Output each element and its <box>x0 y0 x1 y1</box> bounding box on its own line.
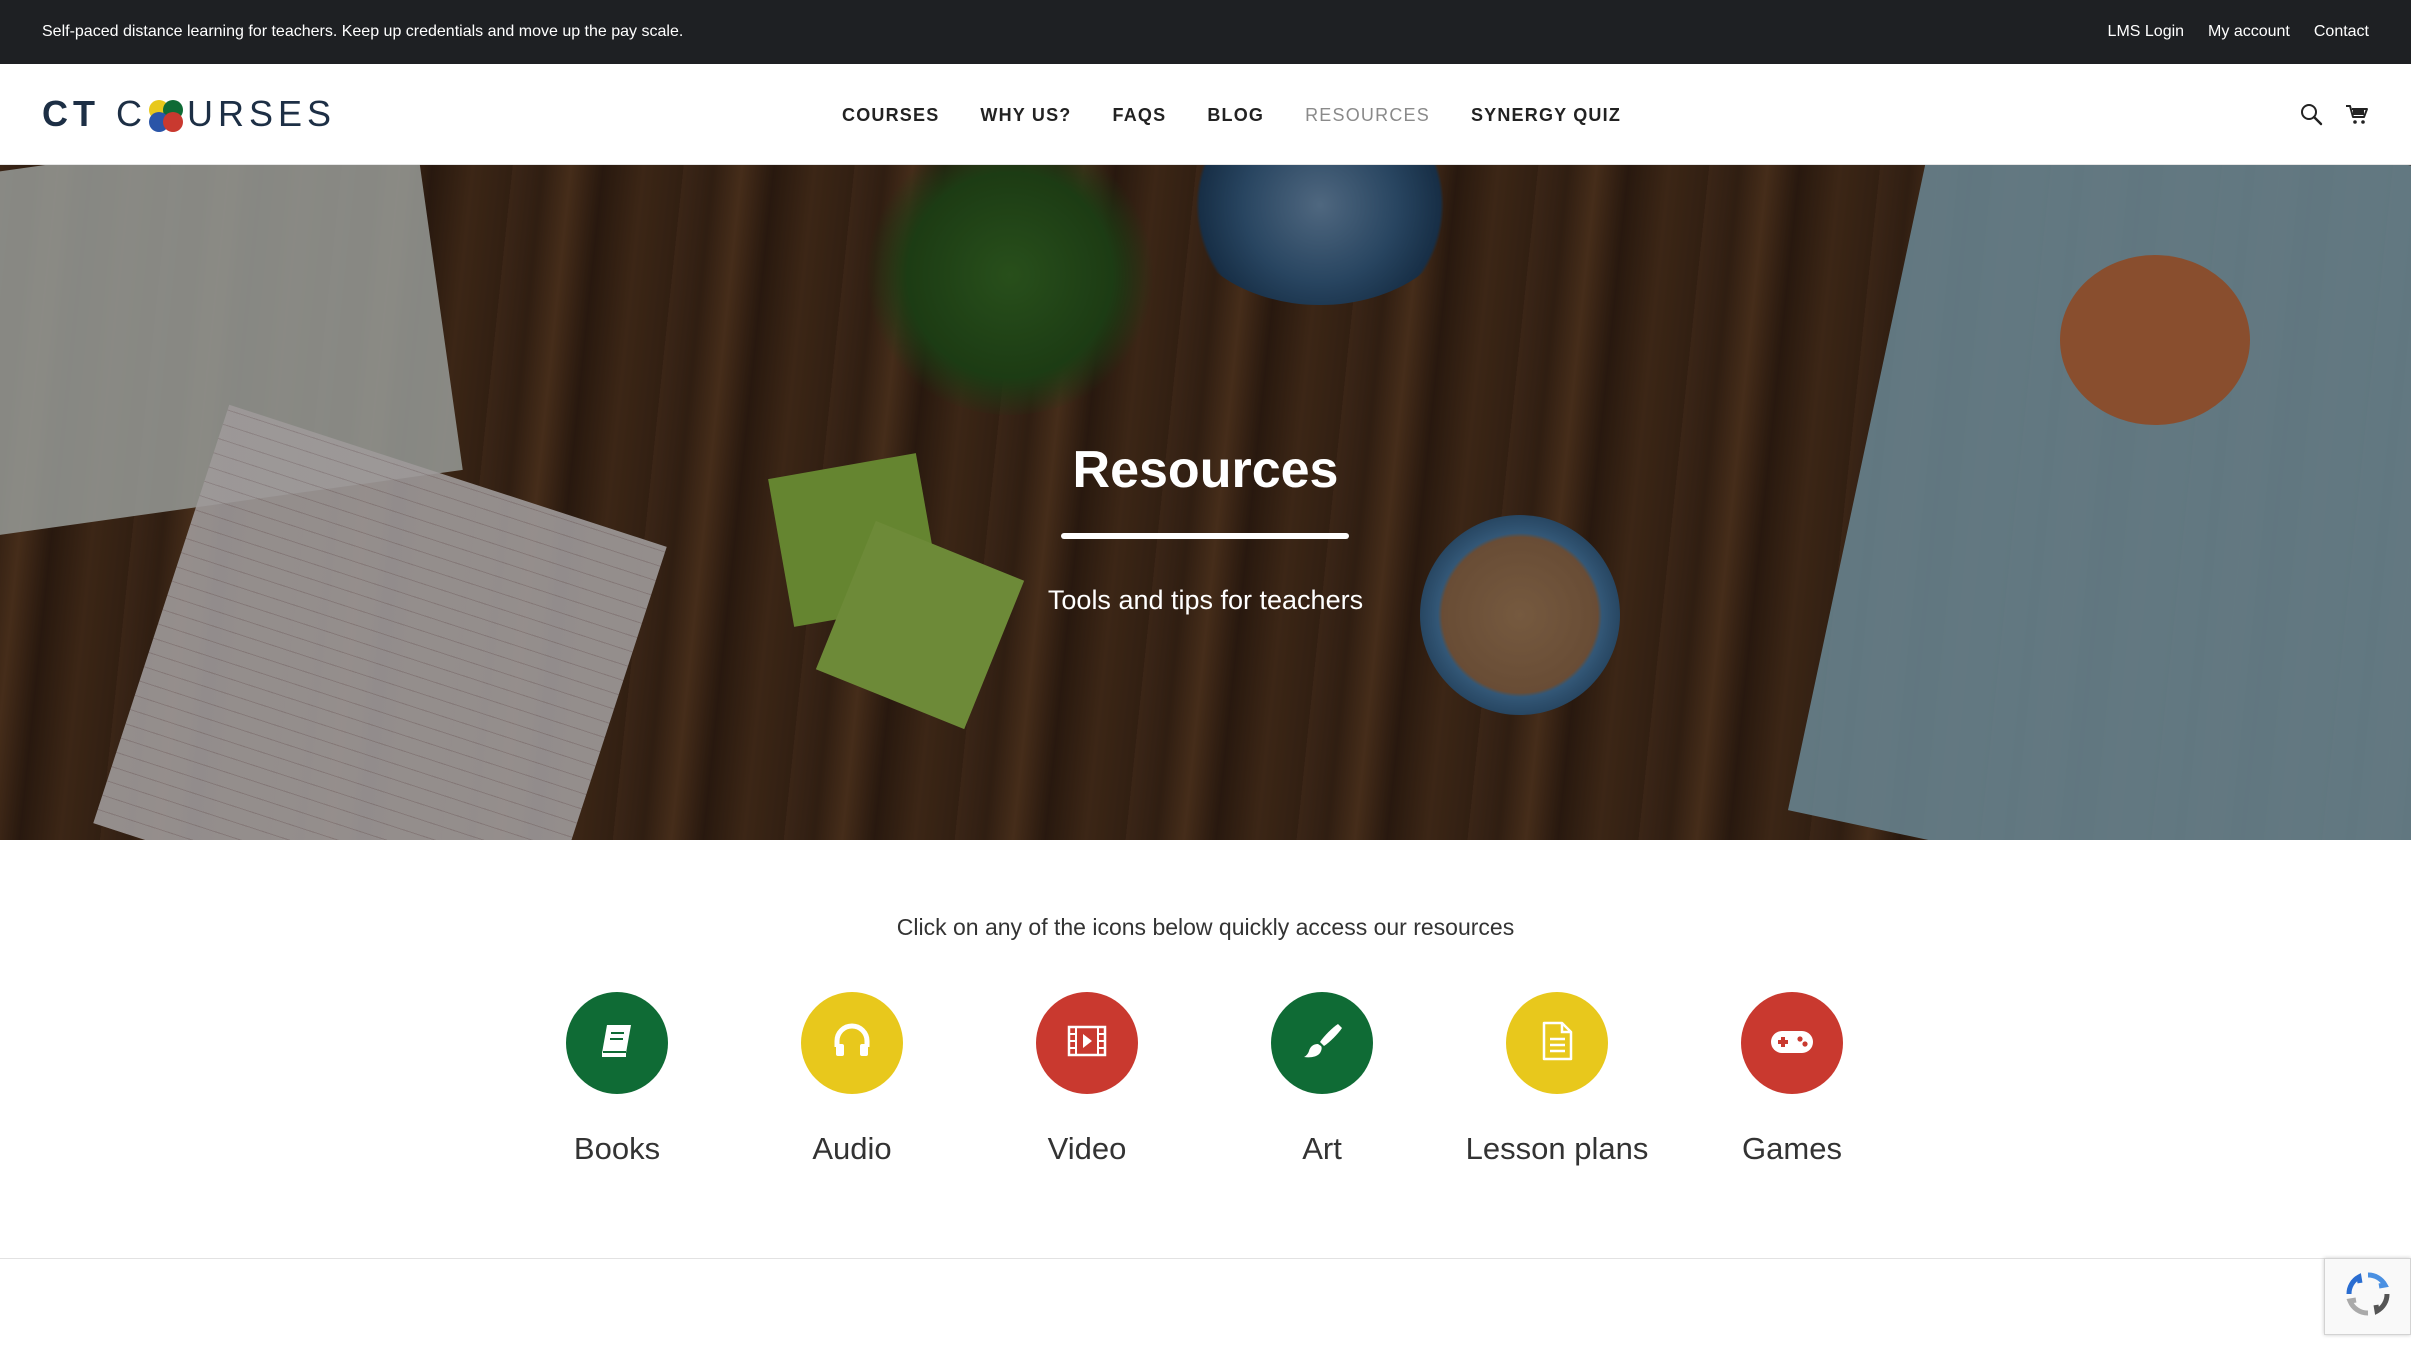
hero-divider <box>1061 533 1349 539</box>
section-divider <box>0 1258 2411 1259</box>
nav-resources[interactable]: RESOURCES <box>1305 104 1430 126</box>
resource-lesson-plans[interactable]: Lesson plans <box>1447 992 1667 1168</box>
hero-subtitle: Tools and tips for teachers <box>1047 585 1364 615</box>
cart-icon[interactable] <box>2345 102 2369 126</box>
nav-synergy-quiz[interactable]: SYNERGY QUIZ <box>1471 104 1621 126</box>
resource-books[interactable]: Books <box>507 992 727 1168</box>
main-nav: COURSES WHY US? FAQS BLOG RESOURCES SYNE… <box>842 104 1621 126</box>
resource-games-circle[interactable] <box>1741 992 1843 1094</box>
logo[interactable]: CT C URSES <box>42 93 336 135</box>
resource-video[interactable]: Video <box>977 992 1197 1168</box>
logo-circles-icon <box>149 96 185 132</box>
resource-video-label: Video <box>1047 1131 1127 1166</box>
logo-urses: URSES <box>187 93 337 134</box>
tagline: Self-paced distance learning for teacher… <box>42 23 684 40</box>
resource-audio-circle[interactable] <box>801 992 903 1094</box>
nav-faqs[interactable]: FAQS <box>1113 104 1167 126</box>
paintbrush-icon <box>1300 1019 1344 1068</box>
hero-banner: Resources Tools and tips for teachers <box>0 165 2411 840</box>
site-header: CT C URSES COURSES WHY US? FAQS BLOG RES… <box>0 64 2411 165</box>
film-icon <box>1065 1019 1109 1068</box>
recaptcha-badge[interactable] <box>2324 1258 2411 1335</box>
resource-art[interactable]: Art <box>1212 992 1432 1168</box>
resource-games-label: Games <box>1742 1131 1842 1166</box>
resource-video-circle[interactable] <box>1036 992 1138 1094</box>
logo-ct: CT <box>42 93 100 134</box>
nav-why-us[interactable]: WHY US? <box>980 104 1071 126</box>
resources-intro: Click on any of the icons below quickly … <box>896 914 1515 940</box>
gamepad-icon <box>1768 1019 1816 1068</box>
document-icon <box>1535 1019 1579 1068</box>
recaptcha-icon <box>2343 1269 2393 1324</box>
resource-art-circle[interactable] <box>1271 992 1373 1094</box>
resource-audio[interactable]: Audio <box>742 992 962 1168</box>
lms-login-link[interactable]: LMS Login <box>2108 22 2185 42</box>
resource-lesson-plans-label: Lesson plans <box>1465 1131 1649 1166</box>
logo-courses: C URSES <box>116 93 336 135</box>
top-bar: Self-paced distance learning for teacher… <box>0 0 2411 64</box>
nav-courses[interactable]: COURSES <box>842 104 939 126</box>
resource-books-label: Books <box>573 1131 661 1166</box>
search-icon[interactable] <box>2299 102 2323 126</box>
book-icon <box>595 1019 639 1068</box>
contact-link[interactable]: Contact <box>2314 22 2369 42</box>
my-account-link[interactable]: My account <box>2208 22 2290 42</box>
resource-games[interactable]: Games <box>1682 992 1902 1168</box>
resource-audio-label: Audio <box>812 1131 892 1166</box>
headphones-icon <box>830 1019 874 1068</box>
resource-lesson-plans-circle[interactable] <box>1506 992 1608 1094</box>
header-icons <box>2299 102 2369 126</box>
resource-art-label: Art <box>1302 1131 1342 1166</box>
top-links: LMS Login My account Contact <box>2108 22 2369 42</box>
hero-title: Resources <box>1072 441 1339 499</box>
resource-books-circle[interactable] <box>566 992 668 1094</box>
nav-blog[interactable]: BLOG <box>1207 104 1264 126</box>
logo-c: C <box>116 93 147 134</box>
hero-overlay <box>0 165 2411 840</box>
